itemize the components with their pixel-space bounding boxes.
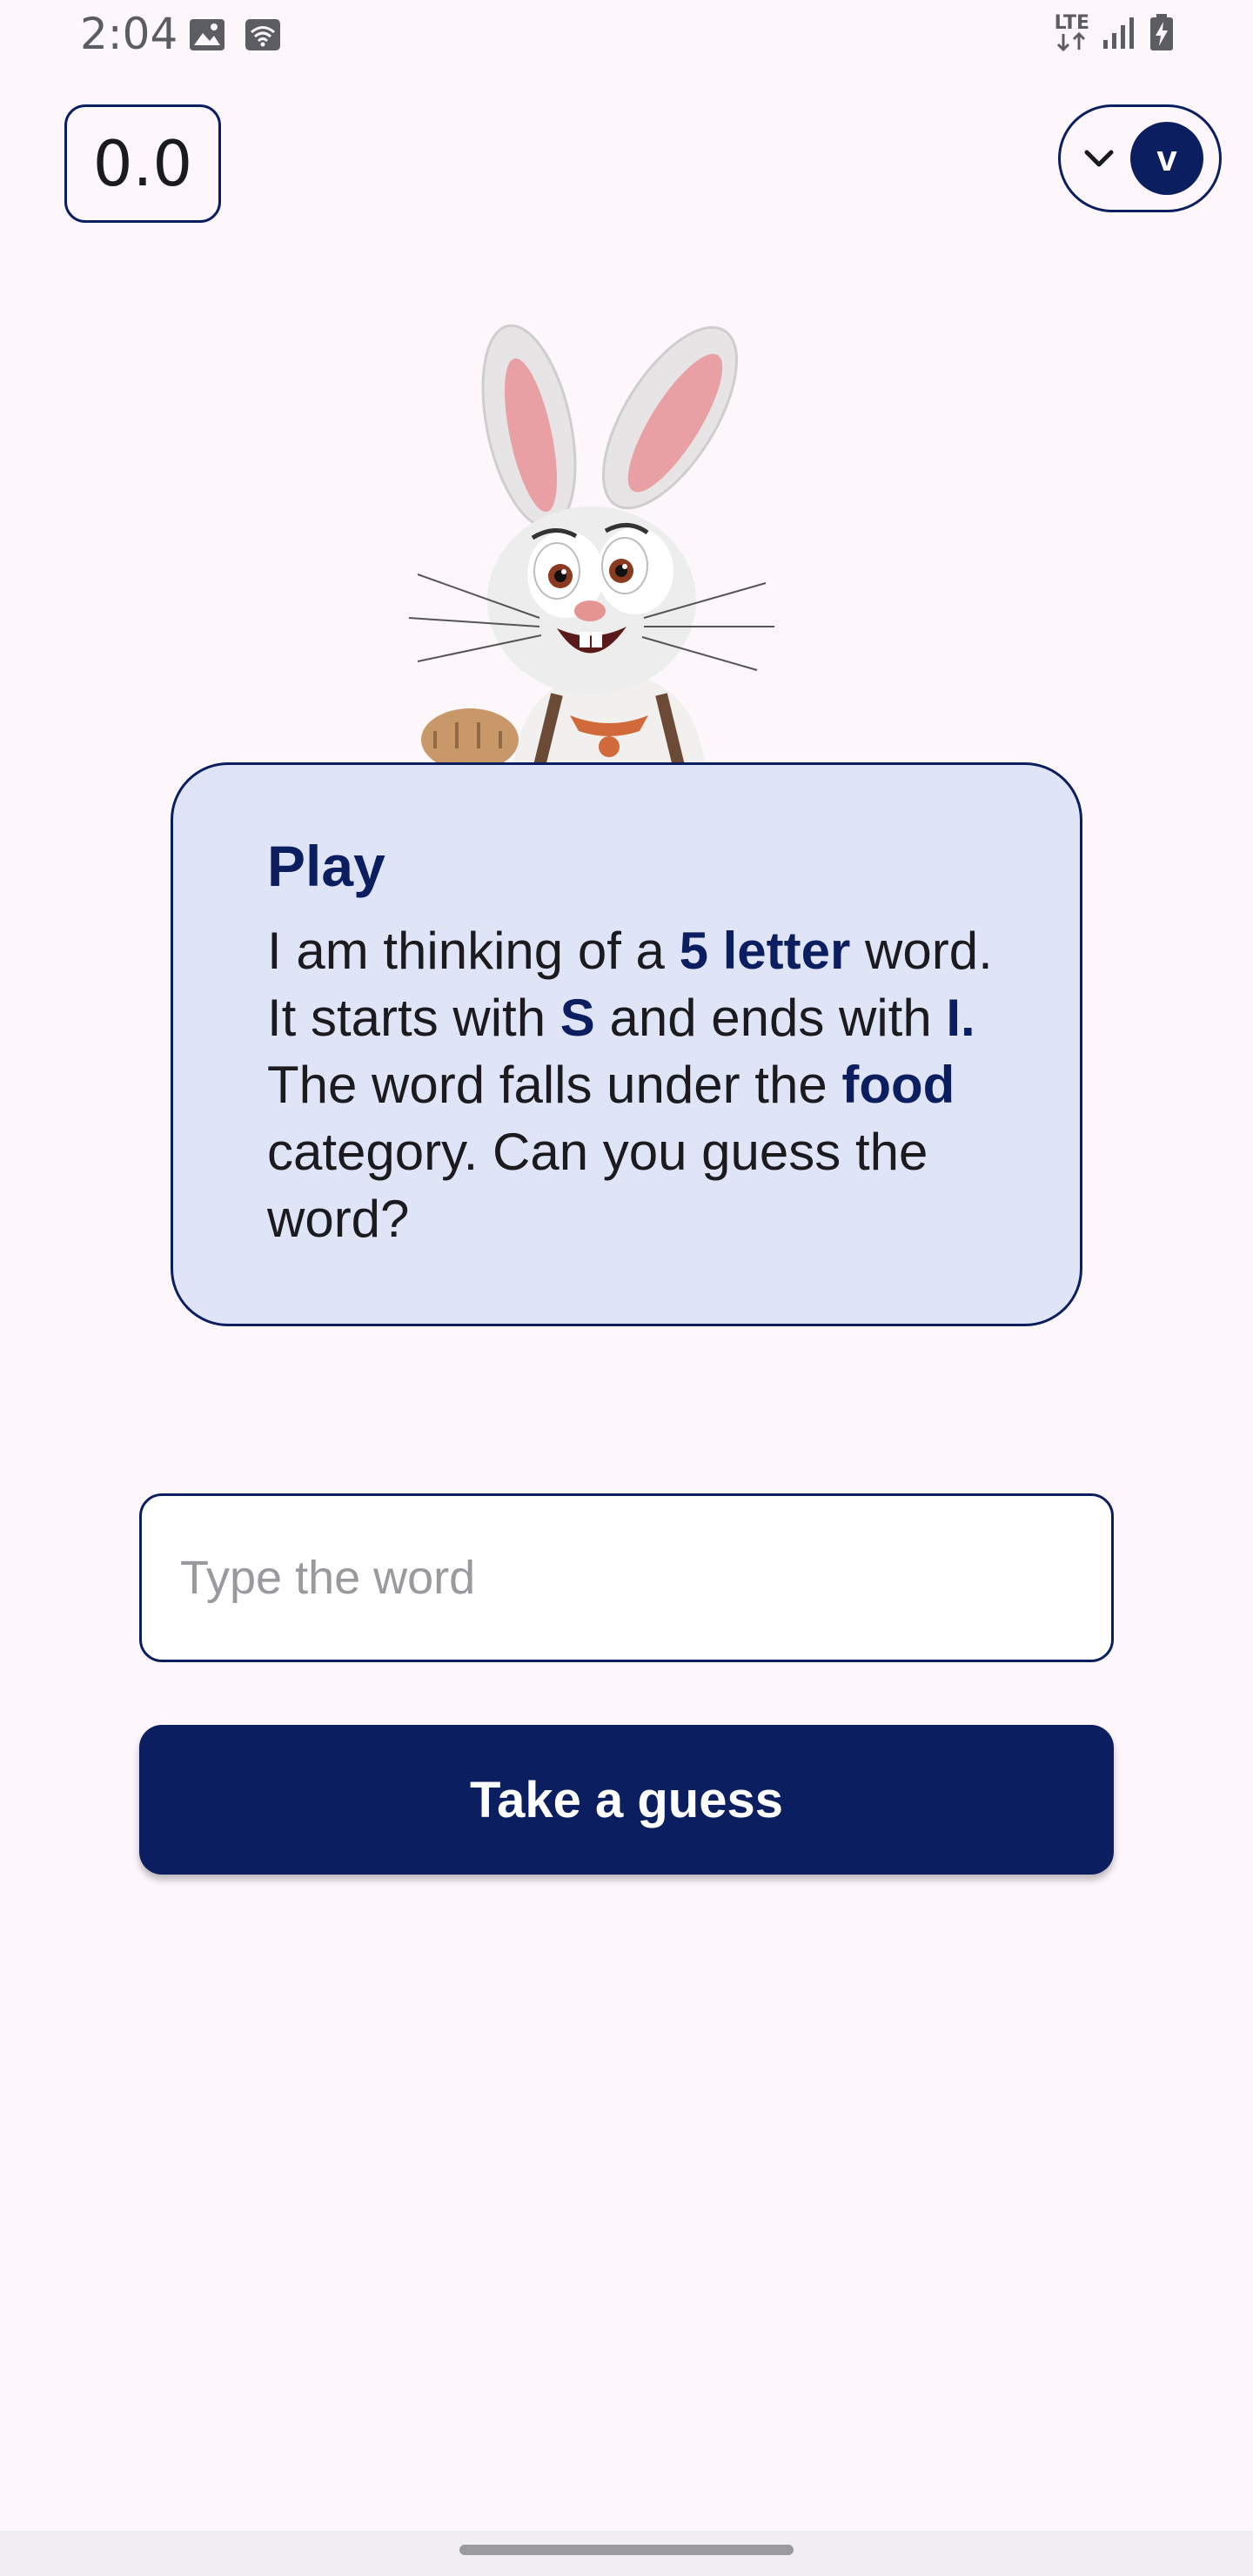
chevron-down-icon [1084, 150, 1114, 167]
category-highlight: food [841, 1055, 955, 1114]
card-text-5: category. Can you guess the word? [267, 1122, 928, 1248]
battery-charging-icon [1149, 14, 1175, 52]
word-input[interactable] [139, 1493, 1114, 1662]
lte-icon: LTE [1055, 14, 1089, 51]
signal-icon [1102, 16, 1136, 50]
take-a-guess-button[interactable]: Take a guess [139, 1725, 1114, 1875]
status-bar: 2:04 LTE [0, 0, 1253, 73]
avatar: v [1130, 122, 1203, 195]
account-menu-button[interactable]: v [1058, 104, 1222, 212]
avatar-letter: v [1156, 138, 1177, 178]
card-body: I am thinking of a 5 letter word. It sta… [267, 917, 993, 1252]
card-text-3: and ends with [594, 988, 947, 1047]
end-letter-highlight: I. [946, 988, 975, 1047]
score-display: 0.0 [64, 104, 221, 223]
start-letter-highlight: S [559, 988, 595, 1047]
card-text-1: I am thinking of a [267, 921, 680, 980]
wifi-calling-icon [244, 17, 282, 52]
letter-count-highlight: 5 letter [679, 921, 851, 980]
home-indicator[interactable] [459, 2545, 794, 2555]
card-title: Play [267, 834, 385, 898]
card-text-4: The word falls under the [267, 1055, 842, 1114]
bunny-mascot-icon [383, 313, 835, 771]
prompt-card: Play I am thinking of a 5 letter word. I… [171, 762, 1082, 1326]
score-value: 0.0 [92, 127, 193, 200]
status-time: 2:04 [80, 9, 178, 59]
image-icon [188, 17, 226, 52]
